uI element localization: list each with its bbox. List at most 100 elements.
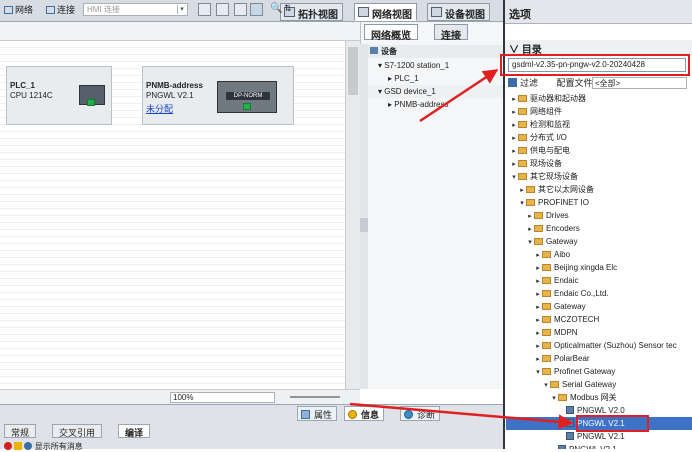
expand-right-icon[interactable]: ▸ [534, 262, 542, 274]
zoom-in-icon[interactable]: 🔍 [270, 3, 282, 16]
catalog-search-input[interactable]: gsdml-v2.35-pn-pngw-v2.0-20240428 [508, 58, 686, 72]
expand-right-icon[interactable]: ▸ [510, 93, 518, 105]
port-icon[interactable] [243, 103, 251, 110]
tab-compile[interactable]: 编译 [118, 424, 151, 438]
expand-right-icon[interactable]: ▸ [534, 249, 542, 261]
catalog-section-header[interactable]: ∨ 目录 [505, 40, 692, 56]
tab-network-view[interactable]: 网络视图 [354, 3, 417, 21]
expand-down-icon[interactable]: ▾ [550, 392, 558, 404]
catalog-tree-item[interactable]: ▸ Gateway [506, 300, 692, 313]
catalog-tree-item[interactable]: ▸ Endaic Co.,Ltd. [506, 287, 692, 300]
sort-icon[interactable]: ⇅ [284, 3, 292, 16]
grid-icon[interactable] [216, 3, 229, 16]
overview-row[interactable]: ▸ PLC_1 [368, 72, 503, 85]
expand-right-icon[interactable]: ▸ [510, 158, 518, 170]
catalog-tree-item[interactable]: ▸ 其它以太网设备 [506, 183, 692, 196]
hmi-connection-select[interactable]: HMI 连接 ▾ [83, 3, 188, 16]
device-pnmb[interactable]: PNMB-address PNGWL V2.1 未分配 DP-NORM [142, 66, 294, 125]
catalog-tree-item[interactable]: ▸ MCZOTECH [506, 313, 692, 326]
catalog-tree-item[interactable]: ▾ Profinet Gateway [506, 365, 692, 378]
expand-right-icon[interactable]: ▸ [526, 210, 534, 222]
info-icon [348, 410, 357, 419]
tab-info[interactable]: 信息 [344, 406, 385, 421]
zoom-slider[interactable] [290, 396, 340, 398]
catalog-tree-item[interactable]: ▸ 检测和监视 [506, 118, 692, 131]
tab-cross-reference[interactable]: 交叉引用 [52, 424, 103, 438]
tab-general[interactable]: 常规 [4, 424, 37, 438]
expand-right-icon[interactable]: ▸ [526, 223, 534, 235]
unassigned-link[interactable]: 未分配 [146, 102, 173, 115]
folder-icon [542, 251, 551, 258]
profile-select[interactable]: <全部> [592, 77, 687, 89]
expand-right-icon[interactable]: ▸ [534, 340, 542, 352]
collapse-handle[interactable] [360, 218, 368, 232]
tab-diagnostics[interactable]: 诊断 [400, 406, 441, 421]
expand-down-icon[interactable]: ▾ [542, 379, 550, 391]
catalog-tree-item[interactable]: ▸ Drives [506, 209, 692, 222]
expand-down-icon[interactable]: ▾ [534, 366, 542, 378]
overview-row[interactable]: ▾ GSD device_1 [368, 85, 503, 98]
catalog-tree-item[interactable]: ▸ Beijing xingda Elc [506, 261, 692, 274]
catalog-tree-item[interactable]: ▾ PROFINET IO [506, 196, 692, 209]
catalog-tree-item[interactable]: ▸ Endaic [506, 274, 692, 287]
options-title: 选项 [505, 0, 692, 24]
catalog-tree-item[interactable]: PNGWL V2.0 [506, 404, 692, 417]
folder-icon [518, 121, 527, 128]
expand-right-icon[interactable]: ▸ [510, 106, 518, 118]
catalog-tree-item[interactable]: ▸ MDPN [506, 326, 692, 339]
expand-right-icon[interactable]: ▸ [534, 288, 542, 300]
catalog-tree-item[interactable]: ▸ 驱动器和起动器 [506, 92, 692, 105]
split-view-icon[interactable] [250, 3, 263, 16]
catalog-tree-item[interactable]: ▾ Gateway [506, 235, 692, 248]
expand-right-icon[interactable]: ▸ [534, 353, 542, 365]
expand-right-icon[interactable]: ▸ [534, 327, 542, 339]
catalog-tree-item[interactable]: ▸ Encoders [506, 222, 692, 235]
catalog-tree-item[interactable]: PNGWL V2.1 [506, 417, 692, 430]
expand-right-icon[interactable]: ▸ [534, 301, 542, 313]
port-icon[interactable] [87, 99, 95, 106]
expand-right-icon[interactable]: ▸ [510, 119, 518, 131]
catalog-tree-label: PNGWL V2.0 [577, 406, 625, 415]
expand-right-icon[interactable]: ▸ [534, 314, 542, 326]
layout-icon[interactable] [234, 3, 247, 16]
message-filter[interactable]: 显示所有消息 [4, 441, 83, 452]
catalog-tree-item[interactable]: ▸ Aibo [506, 248, 692, 261]
expand-right-icon[interactable]: ▸ [510, 132, 518, 144]
filter-checkbox[interactable] [508, 78, 517, 87]
catalog-tree-item[interactable]: PNGWL V2.1 [506, 443, 692, 449]
catalog-tree-item[interactable]: ▸ Opticalmatter (Suzhou) Sensor tec [506, 339, 692, 352]
print-icon[interactable] [198, 3, 211, 16]
catalog-tree-item[interactable]: PNGWL V2.1 [506, 430, 692, 443]
device-plc1[interactable]: PLC_1 CPU 1214C [6, 66, 112, 125]
expand-right-icon[interactable]: ▸ [534, 275, 542, 287]
connect-button[interactable]: 连接 [46, 3, 75, 16]
folder-icon [542, 264, 551, 271]
expand-down-icon[interactable]: ▾ [518, 197, 526, 209]
tab-properties[interactable]: 属性 [297, 406, 338, 421]
catalog-tree-item[interactable]: ▸ 分布式 I/O [506, 131, 692, 144]
expand-down-icon[interactable]: ▾ [526, 236, 534, 248]
network-button[interactable]: 网络 [4, 3, 33, 16]
module-icon [566, 406, 574, 414]
tab-device-view[interactable]: 设备视图 [427, 3, 490, 21]
tab-network-overview[interactable]: 网络概览 [364, 24, 418, 42]
zoom-select[interactable]: 100% [170, 392, 275, 403]
search-icon[interactable] [676, 59, 685, 71]
overview-row[interactable]: ▾ S7-1200 station_1 [368, 59, 503, 72]
overview-row[interactable]: ▸ PNMB-address [368, 98, 503, 111]
expand-down-icon[interactable]: ▾ [510, 171, 518, 183]
catalog-tree-item[interactable]: ▾ 其它现场设备 [506, 170, 692, 183]
catalog-tree-item[interactable]: ▾ Serial Gateway [506, 378, 692, 391]
scroll-thumb[interactable] [348, 47, 358, 95]
expand-right-icon[interactable]: ▸ [510, 145, 518, 157]
catalog-tree-item[interactable]: ▸ 供电与配电 [506, 144, 692, 157]
catalog-tree-item[interactable]: ▸ 网络组件 [506, 105, 692, 118]
canvas-vertical-scrollbar[interactable] [345, 41, 360, 389]
expand-right-icon[interactable]: ▸ [518, 184, 526, 196]
catalog-tree-item[interactable]: ▾ Modbus 网关 [506, 391, 692, 404]
catalog-tree-item[interactable]: ▸ 现场设备 [506, 157, 692, 170]
filter-row: 过滤 配置文件 <全部> [505, 76, 692, 91]
tab-connections[interactable]: 连接 [434, 24, 468, 42]
catalog-tree-label: 驱动器和起动器 [530, 94, 586, 103]
catalog-tree-item[interactable]: ▸ PolarBear [506, 352, 692, 365]
